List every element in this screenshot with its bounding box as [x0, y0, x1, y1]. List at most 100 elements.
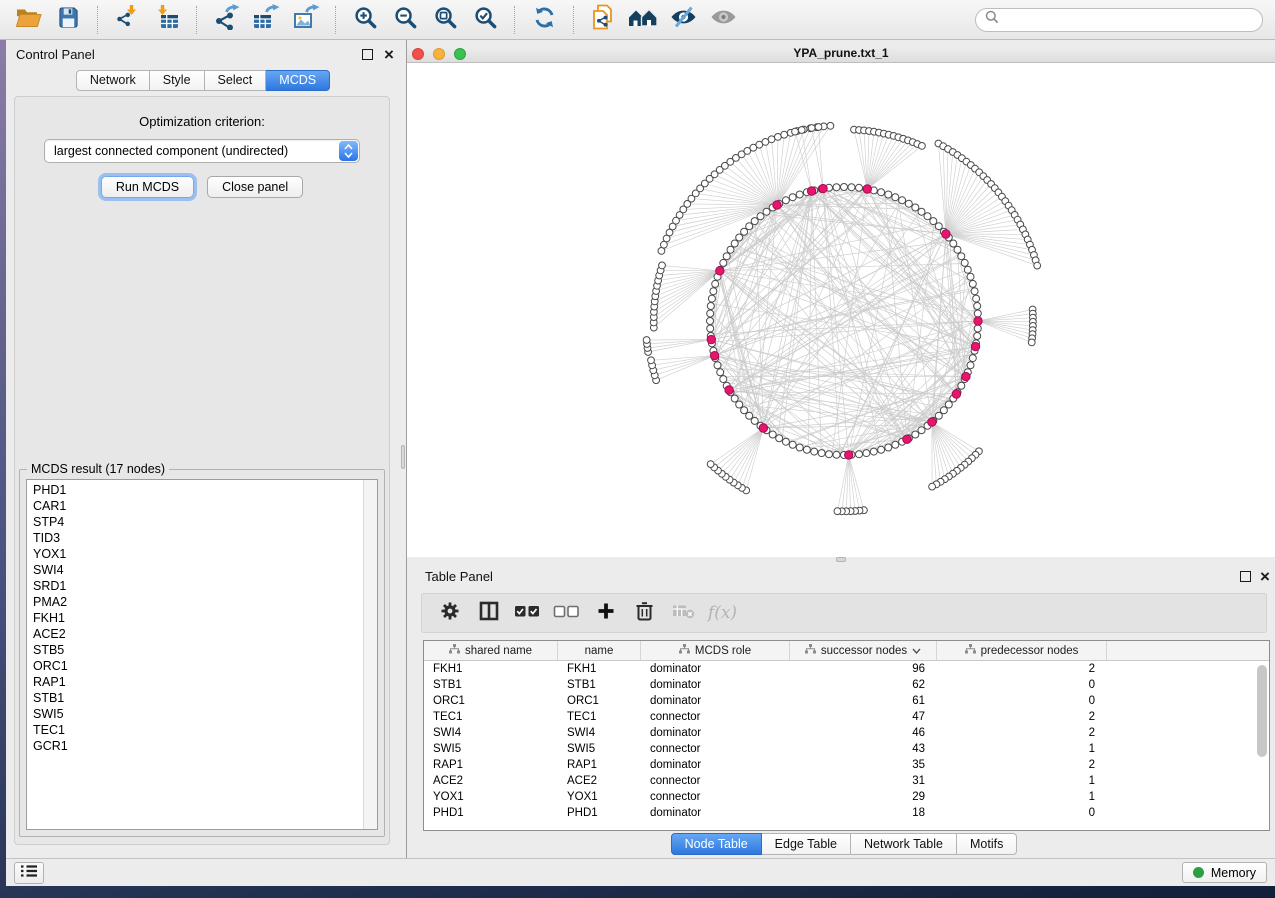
delete-table-button[interactable]: [664, 594, 703, 632]
mcds-result-title: MCDS result (17 nodes): [27, 462, 169, 476]
network-view[interactable]: [407, 63, 1275, 557]
table-header: shared namenameMCDS rolesuccessor nodes p…: [424, 641, 1269, 661]
table-panel-title: Table Panel: [425, 569, 493, 584]
import-table-button[interactable]: [149, 5, 185, 35]
column-header-MCDS-role[interactable]: MCDS role: [641, 641, 790, 660]
tab-mcds[interactable]: MCDS: [266, 70, 330, 91]
delete-column-button[interactable]: [625, 594, 664, 632]
node-table: shared namenameMCDS rolesuccessor nodes p…: [423, 640, 1270, 831]
mcds-result-item[interactable]: STB1: [27, 690, 377, 706]
show-columns-button[interactable]: [469, 594, 508, 632]
mcds-result-item[interactable]: GCR1: [27, 738, 377, 754]
new-network-from-selection-button[interactable]: [585, 5, 621, 35]
mcds-result-item[interactable]: SRD1: [27, 578, 377, 594]
mcds-result-item[interactable]: YOX1: [27, 546, 377, 562]
criterion-value: largest connected component (undirected): [54, 144, 288, 158]
run-mcds-button[interactable]: Run MCDS: [101, 176, 194, 198]
float-panel-icon[interactable]: [1240, 571, 1251, 582]
mcds-result-item[interactable]: TID3: [27, 530, 377, 546]
first-neighbors-button[interactable]: [625, 5, 661, 35]
close-panel-button[interactable]: Close panel: [207, 176, 303, 198]
deselect-all-columns-button[interactable]: [547, 594, 586, 632]
save-session-button[interactable]: [50, 5, 86, 35]
network-document-icon: [590, 4, 616, 35]
mcds-result-item[interactable]: STP4: [27, 514, 377, 530]
mcds-result-item[interactable]: ACE2: [27, 626, 377, 642]
table-cell: ACE2: [558, 773, 641, 789]
columns-icon: [479, 601, 499, 626]
table-scrollbar[interactable]: [1257, 665, 1267, 757]
column-label: predecessor nodes: [981, 645, 1079, 657]
table-row[interactable]: YOX1YOX1connector291: [424, 789, 1269, 805]
column-header-shared-name[interactable]: shared name: [424, 641, 558, 660]
network-canvas[interactable]: [407, 63, 1275, 557]
search-input[interactable]: [1004, 12, 1253, 28]
apply-layout-button[interactable]: [526, 5, 562, 35]
mcds-result-item[interactable]: PHD1: [27, 482, 377, 498]
mcds-result-item[interactable]: STB5: [27, 642, 377, 658]
table-row[interactable]: PHD1PHD1dominator180: [424, 805, 1269, 821]
table-row[interactable]: SWI5SWI5connector431: [424, 741, 1269, 757]
window-maximize-icon[interactable]: [454, 48, 466, 60]
network-window-titlebar[interactable]: YPA_prune.txt_1: [407, 45, 1275, 63]
tab-node-table[interactable]: Node Table: [671, 833, 762, 855]
list-scrollbar[interactable]: [363, 480, 377, 829]
zoom-selected-button[interactable]: [467, 5, 503, 35]
table-row[interactable]: ORC1ORC1dominator610: [424, 693, 1269, 709]
vertical-splitter[interactable]: [400, 40, 407, 858]
function-builder-button[interactable]: f(x): [703, 594, 742, 632]
column-header-name[interactable]: name: [558, 641, 641, 660]
table-row[interactable]: SWI4SWI4dominator462: [424, 725, 1269, 741]
table-body: FKH1FKH1dominator962STB1STB1dominator620…: [424, 661, 1269, 830]
window-minimize-icon[interactable]: [433, 48, 445, 60]
hide-selected-button[interactable]: [665, 5, 701, 35]
table-row[interactable]: ACE2ACE2connector311: [424, 773, 1269, 789]
import-network-button[interactable]: [109, 5, 145, 35]
close-panel-icon[interactable]: ×: [1260, 572, 1270, 582]
show-all-button[interactable]: [705, 5, 741, 35]
table-row[interactable]: STB1STB1dominator620: [424, 677, 1269, 693]
tab-motifs[interactable]: Motifs: [957, 833, 1017, 855]
add-column-button[interactable]: [586, 594, 625, 632]
zoom-in-button[interactable]: [347, 5, 383, 35]
column-header-successor-nodes[interactable]: successor nodes: [790, 641, 937, 660]
select-all-columns-button[interactable]: [508, 594, 547, 632]
mcds-result-item[interactable]: CAR1: [27, 498, 377, 514]
float-panel-icon[interactable]: [362, 49, 373, 60]
table-settings-button[interactable]: [430, 594, 469, 632]
tab-style[interactable]: Style: [150, 70, 205, 91]
mcds-result-item[interactable]: ORC1: [27, 658, 377, 674]
criterion-select[interactable]: largest connected component (undirected): [44, 139, 360, 163]
toolbar-separator: [514, 6, 515, 34]
mcds-result-item[interactable]: PMA2: [27, 594, 377, 610]
splitter-grip[interactable]: [836, 557, 846, 562]
mcds-result-item[interactable]: TEC1: [27, 722, 377, 738]
mcds-result-item[interactable]: SWI4: [27, 562, 377, 578]
table-row[interactable]: FKH1FKH1dominator962: [424, 661, 1269, 677]
table-row[interactable]: RAP1RAP1dominator352: [424, 757, 1269, 773]
close-panel-icon[interactable]: ×: [384, 50, 394, 60]
column-header-predecessor-nodes[interactable]: predecessor nodes: [937, 641, 1107, 660]
export-image-button[interactable]: [288, 5, 324, 35]
tab-select[interactable]: Select: [205, 70, 267, 91]
zoom-fit-button[interactable]: [427, 5, 463, 35]
zoom-out-button[interactable]: [387, 5, 423, 35]
mcds-result-item[interactable]: FKH1: [27, 610, 377, 626]
table-row[interactable]: TEC1TEC1connector472: [424, 709, 1269, 725]
table-cell: connector: [641, 789, 790, 805]
task-history-button[interactable]: [14, 862, 44, 884]
tab-edge-table[interactable]: Edge Table: [762, 833, 851, 855]
splitter-grip[interactable]: [401, 445, 405, 469]
mcds-result-item[interactable]: RAP1: [27, 674, 377, 690]
tab-network-table[interactable]: Network Table: [851, 833, 957, 855]
export-network-button[interactable]: [208, 5, 244, 35]
search-field[interactable]: [975, 8, 1263, 32]
open-file-button[interactable]: [10, 5, 46, 35]
toolbar-separator: [97, 6, 98, 34]
window-close-icon[interactable]: [412, 48, 424, 60]
tab-network[interactable]: Network: [76, 70, 150, 91]
mcds-result-item[interactable]: SWI5: [27, 706, 377, 722]
export-table-button[interactable]: [248, 5, 284, 35]
mcds-result-list[interactable]: PHD1CAR1STP4TID3YOX1SWI4SRD1PMA2FKH1ACE2…: [26, 479, 378, 830]
memory-button[interactable]: Memory: [1182, 862, 1267, 883]
